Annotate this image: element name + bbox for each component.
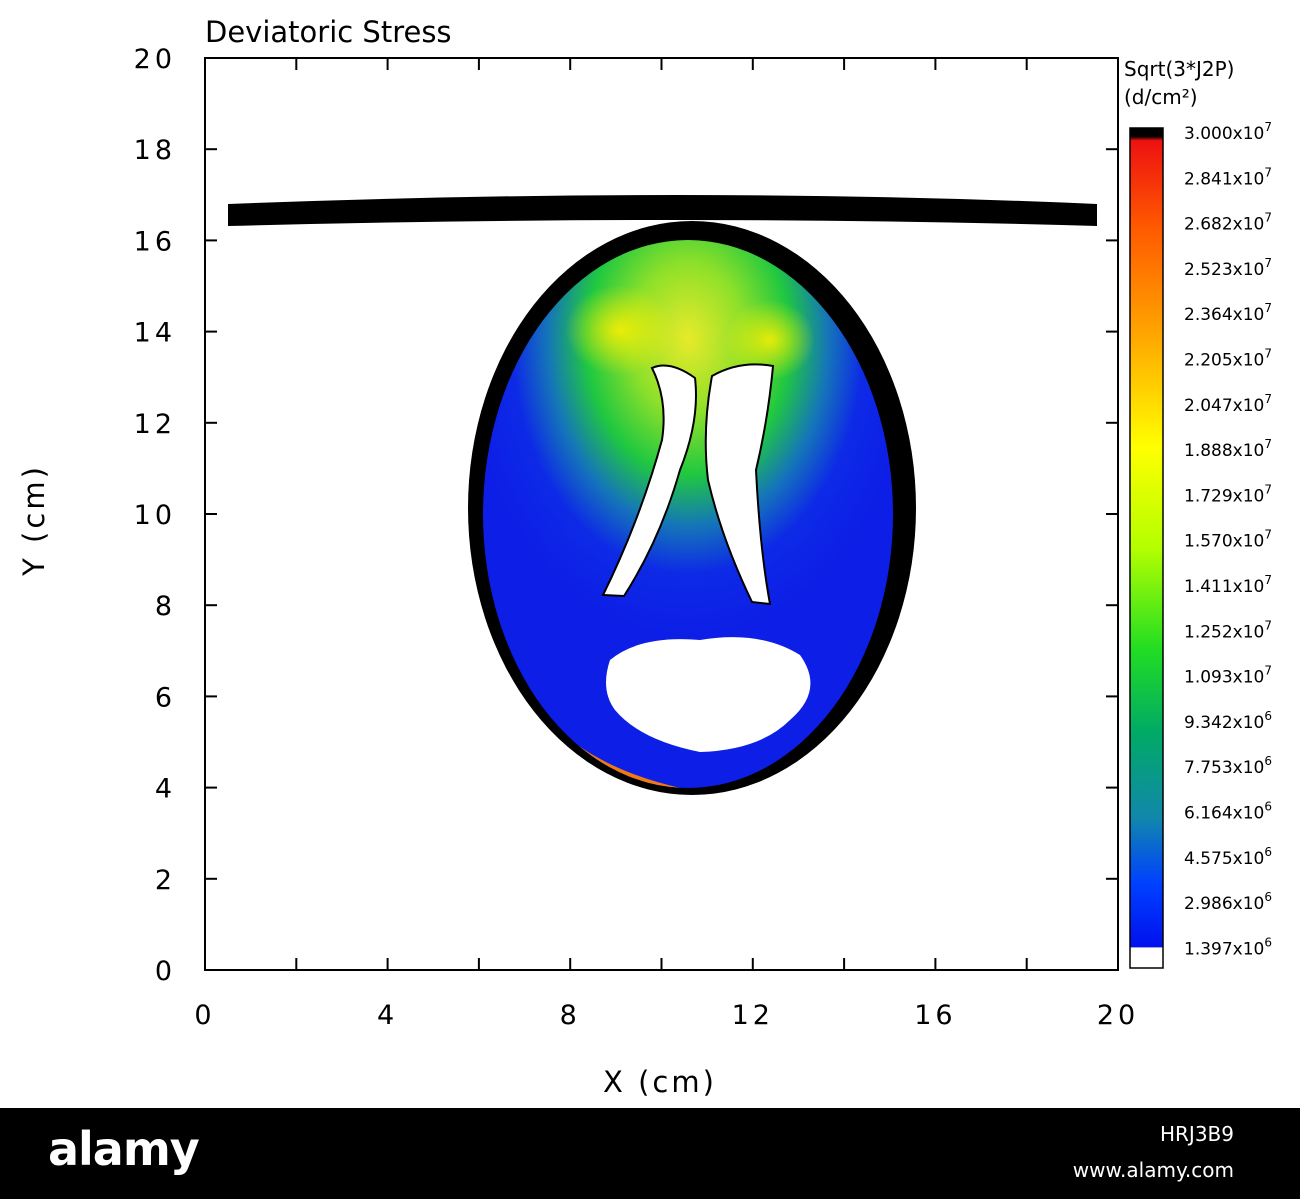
y-tick-label: 8: [155, 591, 176, 622]
colorbar-tick-label: 2.523x107: [1184, 256, 1272, 280]
y-tick-label: 4: [155, 774, 176, 805]
footer-watermark-bar: alamy HRJ3B9 www.alamy.com: [0, 1108, 1300, 1199]
y-tick-label: 18: [134, 135, 176, 166]
y-tick-label: 10: [134, 500, 176, 531]
y-tick-label: 0: [155, 956, 176, 987]
y-tick-label: 20: [134, 44, 176, 75]
y-tick-label: 16: [134, 226, 176, 257]
footer-logo: alamy: [48, 1122, 200, 1176]
x-tick-label: 20: [1097, 1000, 1139, 1031]
chart-title: Deviatoric Stress: [205, 15, 452, 49]
colorbar-tick-label: 1.252x107: [1184, 618, 1272, 642]
y-tick-label: 2: [155, 865, 176, 896]
x-tick-label: 0: [194, 1000, 215, 1031]
colorbar-tick-label: 2.841x107: [1184, 165, 1272, 189]
chart: 0 4 8 12 16 20 0 2 4 6 8 10 12 14 16 18 20 3.000x107 2.84…: [17, 15, 1272, 1099]
footer-url: www.alamy.com: [1072, 1158, 1234, 1182]
x-tick-label: 16: [914, 1000, 956, 1031]
y-tick-label: 14: [134, 318, 176, 349]
y-axis-label: Y (cm): [17, 464, 51, 577]
colorbar-labels: 3.000x107 2.841x107 2.682x107 2.523x107 2.36…: [1184, 120, 1272, 959]
colorbar-tick-label: 1.093x107: [1184, 664, 1272, 688]
colorbar-tick-label: 9.342x106: [1184, 709, 1272, 733]
x-tick-label: 4: [377, 1000, 398, 1031]
x-tick-label: 8: [560, 1000, 581, 1031]
colorbar-tick-label: 1.397x106: [1184, 935, 1272, 959]
colorbar-title-line2: (d/cm²): [1124, 85, 1198, 109]
x-tick-label: 12: [732, 1000, 774, 1031]
colorbar-tick-label: 1.411x107: [1184, 573, 1272, 597]
colorbar-tick-label: 7.753x106: [1184, 754, 1272, 778]
colorbar-title-line1: Sqrt(3*J2P): [1124, 57, 1234, 81]
colorbar: [1129, 127, 1164, 969]
colorbar-tick-label: 6.164x106: [1184, 800, 1272, 824]
colorbar-tick-label: 3.000x107: [1184, 120, 1272, 144]
y-tick-label: 12: [134, 409, 176, 440]
colorbar-tick-label: 4.575x106: [1184, 845, 1272, 869]
colorbar-tick-label: 1.570x107: [1184, 528, 1272, 552]
colorbar-tick-label: 2.986x106: [1184, 890, 1272, 914]
colorbar-tick-label: 1.888x107: [1184, 437, 1272, 461]
colorbar-tick-label: 2.047x107: [1184, 392, 1272, 416]
x-axis-label: X (cm): [603, 1065, 717, 1099]
footer-image-id: HRJ3B9: [1159, 1122, 1234, 1146]
colorbar-tick-label: 1.729x107: [1184, 482, 1272, 506]
y-tick-label: 6: [155, 682, 176, 713]
colorbar-tick-label: 2.364x107: [1184, 301, 1272, 325]
colorbar-tick-label: 2.682x107: [1184, 211, 1272, 235]
colorbar-tick-label: 2.205x107: [1184, 347, 1272, 371]
